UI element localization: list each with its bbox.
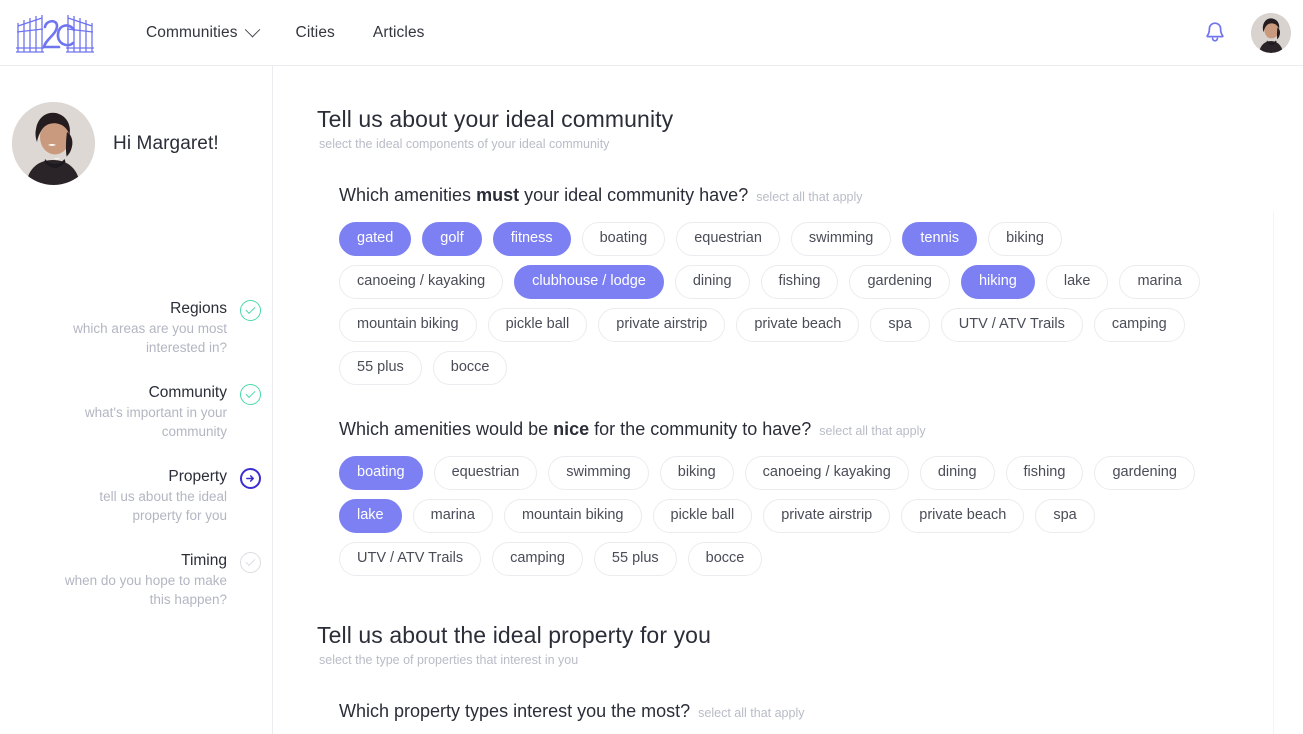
nav-item-articles-label: Articles: [372, 23, 425, 41]
chip-boating[interactable]: boating: [339, 456, 423, 490]
nav-item-cities-label: Cities: [295, 23, 335, 41]
chip-pickle-ball[interactable]: pickle ball: [652, 499, 753, 533]
step-property-title: Property: [168, 468, 227, 485]
chip-tennis[interactable]: tennis: [902, 222, 978, 256]
main-content: Tell us about your ideal community selec…: [273, 66, 1303, 734]
chip-dining[interactable]: dining: [674, 265, 750, 299]
chip-mountain-biking[interactable]: mountain biking: [503, 499, 642, 533]
chip-swimming[interactable]: swimming: [548, 456, 649, 490]
chip-private-airstrip[interactable]: private airstrip: [763, 499, 891, 533]
chip-private-airstrip[interactable]: private airstrip: [598, 308, 726, 342]
nav-item-communities-label: Communities: [146, 23, 238, 41]
user-avatar[interactable]: [1251, 12, 1291, 53]
step-property-current-arrow-icon: [240, 468, 261, 489]
chip-boating[interactable]: boating: [581, 222, 666, 256]
property-section-subtitle: select the type of properties that inter…: [319, 653, 579, 667]
chip-camping[interactable]: camping: [492, 542, 583, 576]
primary-nav: Communities Cities Articles: [146, 21, 425, 42]
community-section-subtitle: select the ideal components of your idea…: [319, 137, 610, 151]
chip-utv-atv-trails[interactable]: UTV / ATV Trails: [339, 542, 482, 576]
sidebar: Hi Margaret! Regions which areas are you…: [0, 66, 273, 734]
chip-group-must-amenities: gated golf fitness boating equestrian swimmin…: [339, 222, 1219, 385]
step-regions-subtitle: which areas are you most interested in?: [73, 321, 227, 355]
sidebar-step-property[interactable]: Property tell us about the ideal propert…: [0, 466, 273, 525]
step-community-subtitle: what's important in your community: [84, 405, 227, 439]
chip-canoeing-kayaking[interactable]: canoeing / kayaking: [339, 265, 504, 299]
nav-item-cities[interactable]: Cities: [296, 24, 335, 42]
step-timing-subtitle: when do you hope to make this happen?: [64, 573, 227, 607]
chip-utv-atv-trails[interactable]: UTV / ATV Trails: [940, 308, 1083, 342]
topbar-right-cluster: [1203, 12, 1303, 53]
question-property-text: Which property types interest you the mo…: [339, 701, 691, 721]
question-property-hint: select all that apply: [698, 706, 805, 720]
chip-swimming[interactable]: swimming: [790, 222, 892, 256]
step-property-subtitle: tell us about the ideal property for you: [99, 489, 227, 523]
chip-lake[interactable]: lake: [1045, 265, 1109, 299]
progress-steps: Regions which areas are you most interes…: [0, 298, 273, 634]
chip-marina[interactable]: marina: [1119, 265, 1200, 299]
community-section-title: Tell us about your ideal community: [317, 106, 674, 132]
chip-biking[interactable]: biking: [988, 222, 1062, 256]
step-regions-title: Regions: [170, 300, 227, 317]
chip-private-beach[interactable]: private beach: [736, 308, 860, 342]
chip-gated[interactable]: gated: [339, 222, 412, 256]
chip-pickle-ball[interactable]: pickle ball: [487, 308, 588, 342]
chip-gardening[interactable]: gardening: [849, 265, 950, 299]
step-regions-complete-icon: [240, 300, 261, 321]
step-community-complete-icon: [240, 384, 261, 405]
page-body: Hi Margaret! Regions which areas are you…: [0, 66, 1303, 734]
chip-marina[interactable]: marina: [412, 499, 493, 533]
question-nice-amenities: Which amenities would be nice for the co…: [339, 419, 1303, 440]
sidebar-step-community[interactable]: Community what's important in your commu…: [0, 382, 273, 441]
sidebar-avatar: [12, 102, 95, 185]
chip-camping[interactable]: camping: [1093, 308, 1185, 342]
chevron-down-icon: [244, 21, 260, 38]
greeting-text: Hi Margaret!: [113, 132, 219, 154]
sidebar-greeting: Hi Margaret!: [0, 66, 272, 185]
question-nice-text: Which amenities would be nice for the co…: [339, 419, 812, 439]
chip-55-plus[interactable]: 55 plus: [593, 542, 677, 576]
question-nice-hint: select all that apply: [819, 424, 926, 438]
chip-hiking[interactable]: hiking: [960, 265, 1035, 299]
chip-55-plus[interactable]: 55 plus: [339, 351, 422, 385]
chip-mountain-biking[interactable]: mountain biking: [339, 308, 477, 342]
chip-dining[interactable]: dining: [919, 456, 995, 490]
chip-gardening[interactable]: gardening: [1094, 456, 1195, 490]
step-timing-pending-icon: [240, 552, 261, 573]
chip-fitness[interactable]: fitness: [492, 222, 571, 256]
chip-bocce[interactable]: bocce: [432, 351, 508, 385]
chip-biking[interactable]: biking: [659, 456, 734, 490]
chip-clubhouse-lodge[interactable]: clubhouse / lodge: [514, 265, 664, 299]
step-community-title: Community: [148, 384, 227, 401]
chip-spa[interactable]: spa: [870, 308, 930, 342]
chip-group-nice-amenities: boating equestrian swimming biking canoeing …: [339, 456, 1219, 576]
chip-bocce[interactable]: bocce: [687, 542, 763, 576]
question-must-hint: select all that apply: [756, 190, 863, 204]
brand-logo-icon[interactable]: [12, 10, 98, 56]
chip-canoeing-kayaking[interactable]: canoeing / kayaking: [744, 456, 909, 490]
top-navigation-bar: Communities Cities Articles: [0, 0, 1303, 66]
nav-item-communities[interactable]: Communities: [146, 21, 260, 42]
content-right-divider: [1273, 212, 1274, 734]
chip-spa[interactable]: spa: [1035, 499, 1095, 533]
chip-fishing[interactable]: fishing: [1005, 456, 1084, 490]
sidebar-step-regions[interactable]: Regions which areas are you most interes…: [0, 298, 273, 357]
property-section-title: Tell us about the ideal property for you: [317, 622, 711, 648]
chip-equestrian[interactable]: equestrian: [433, 456, 538, 490]
chip-equestrian[interactable]: equestrian: [676, 222, 780, 256]
step-timing-title: Timing: [181, 552, 227, 569]
question-must-amenities: Which amenities must your ideal communit…: [339, 185, 1303, 206]
question-must-text: Which amenities must your ideal communit…: [339, 185, 749, 205]
chip-lake[interactable]: lake: [339, 499, 402, 533]
notification-bell-icon[interactable]: [1203, 20, 1227, 46]
nav-item-articles[interactable]: Articles: [373, 24, 425, 42]
chip-golf[interactable]: golf: [422, 222, 482, 256]
chip-private-beach[interactable]: private beach: [901, 499, 1025, 533]
question-property-types: Which property types interest you the mo…: [339, 701, 1303, 722]
chip-fishing[interactable]: fishing: [760, 265, 839, 299]
sidebar-step-timing[interactable]: Timing when do you hope to make this hap…: [0, 550, 273, 609]
